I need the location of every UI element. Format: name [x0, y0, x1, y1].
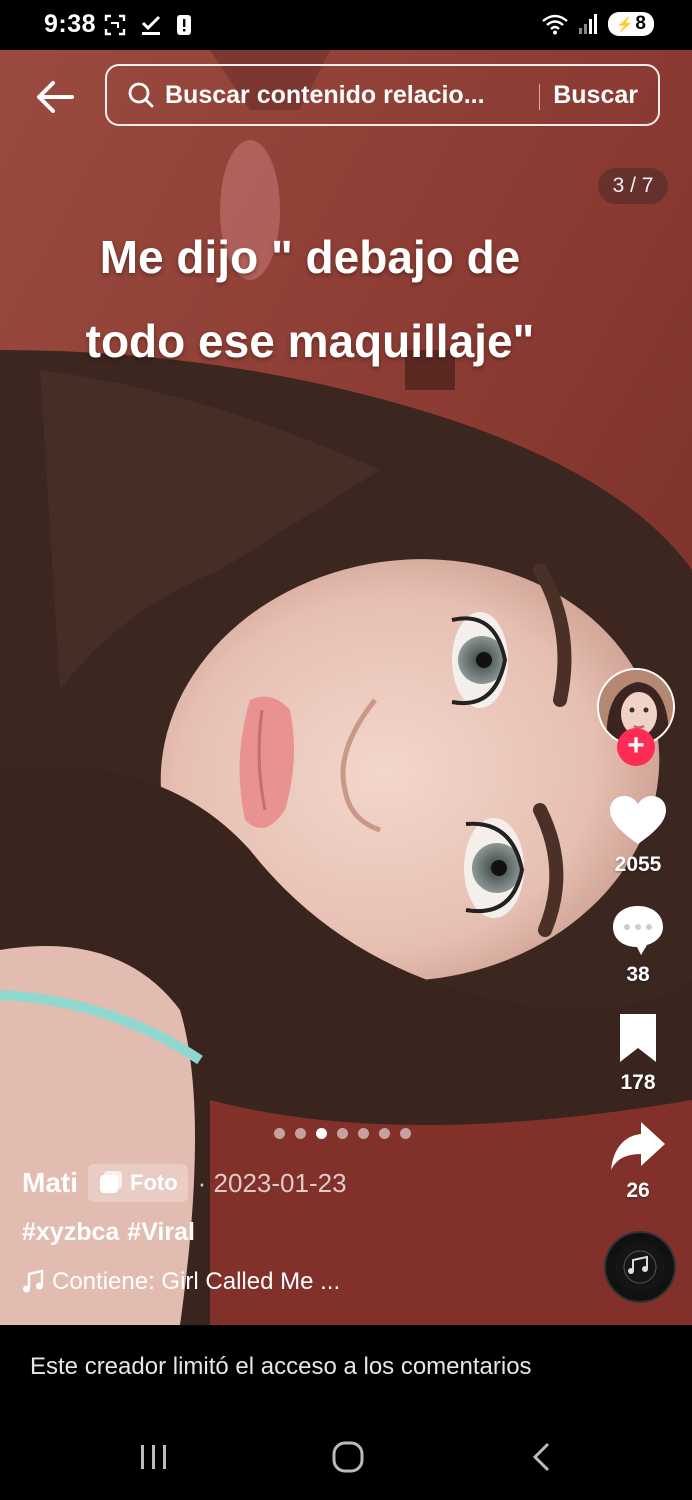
carousel-dot	[358, 1128, 369, 1139]
search-input[interactable]: Buscar contenido relacio... Buscar	[105, 64, 660, 126]
photo-badge-label: Foto	[130, 1170, 178, 1195]
heart-icon	[610, 796, 666, 844]
share-button[interactable]: 26	[596, 1120, 680, 1203]
search-button[interactable]: Buscar	[553, 81, 638, 110]
alert-icon	[177, 15, 191, 35]
recent-apps-button[interactable]	[124, 1435, 184, 1479]
carousel-dot	[295, 1128, 306, 1139]
comments-bar: Este creador limitó el acceso a los come…	[0, 1325, 692, 1413]
signal-icon	[579, 14, 597, 34]
top-bar: Buscar contenido relacio... Buscar	[0, 62, 692, 132]
system-navigation-bar	[0, 1413, 692, 1500]
carousel-dot	[379, 1128, 390, 1139]
hashtag-link[interactable]: #xyzbca	[22, 1218, 119, 1247]
like-count: 2055	[614, 853, 662, 876]
music-note-icon	[23, 1270, 44, 1293]
bookmark-icon	[620, 1014, 656, 1062]
carousel-indicator	[274, 1128, 411, 1139]
post-date: · 2023-01-23	[197, 1167, 347, 1198]
status-bar: 9:38 ⚡ 8	[0, 0, 692, 50]
recent-apps-icon	[141, 1445, 166, 1469]
carousel-dot	[274, 1128, 285, 1139]
hashtags: #xyzbca #Viral	[22, 1218, 195, 1247]
carousel-dot	[400, 1128, 411, 1139]
page-counter: 3 / 7	[598, 168, 668, 204]
share-count: 26	[626, 1179, 650, 1202]
home-icon	[332, 1441, 364, 1473]
carousel-dot-active	[316, 1128, 327, 1139]
overlay-line-2: todo ese maquillaje"	[85, 315, 535, 367]
comment-count: 38	[626, 963, 650, 986]
music-disc[interactable]	[604, 1231, 676, 1303]
search-icon	[128, 82, 154, 108]
wifi-icon	[542, 14, 568, 35]
comment-bubble-icon	[613, 906, 663, 955]
photo-badge: Foto	[88, 1164, 188, 1202]
save-count: 178	[620, 1071, 656, 1094]
back-nav-button[interactable]	[512, 1435, 572, 1479]
share-arrow-icon	[611, 1122, 665, 1170]
comment-button[interactable]: 38	[596, 904, 680, 987]
photo-caption-overlay: Me dijo " debajo de todo ese maquillaje"	[30, 215, 590, 383]
follow-button[interactable]: +	[617, 728, 655, 766]
home-button[interactable]	[318, 1435, 378, 1479]
screenshot-icon	[104, 14, 126, 36]
hashtag-link[interactable]: #Viral	[127, 1218, 195, 1247]
search-divider	[539, 84, 540, 110]
author-row: Mati Foto · 2023-01-23	[22, 1163, 347, 1203]
chevron-left-icon	[532, 1442, 550, 1472]
battery-icon: ⚡ 8	[608, 12, 654, 36]
save-button[interactable]: 178	[596, 1012, 680, 1095]
comments-restricted-notice: Este creador limitó el acceso a los come…	[30, 1353, 532, 1380]
author-name[interactable]: Mati	[22, 1167, 78, 1199]
music-disc-icon	[615, 1242, 665, 1292]
photo-stack-icon	[100, 1171, 122, 1193]
like-button[interactable]: 2055	[596, 796, 680, 877]
search-placeholder: Buscar contenido relacio...	[165, 80, 485, 109]
download-done-icon	[141, 15, 161, 35]
music-info[interactable]: Contiene: Girl Called Me ...	[22, 1268, 340, 1296]
status-time: 9:38	[44, 10, 97, 38]
back-button[interactable]	[34, 78, 76, 116]
battery-level: 8	[635, 13, 646, 34]
carousel-dot	[337, 1128, 348, 1139]
overlay-line-1: Me dijo " debajo de	[99, 231, 521, 283]
arrow-left-icon	[37, 81, 74, 113]
music-title: Contiene: Girl Called Me ...	[52, 1268, 341, 1295]
